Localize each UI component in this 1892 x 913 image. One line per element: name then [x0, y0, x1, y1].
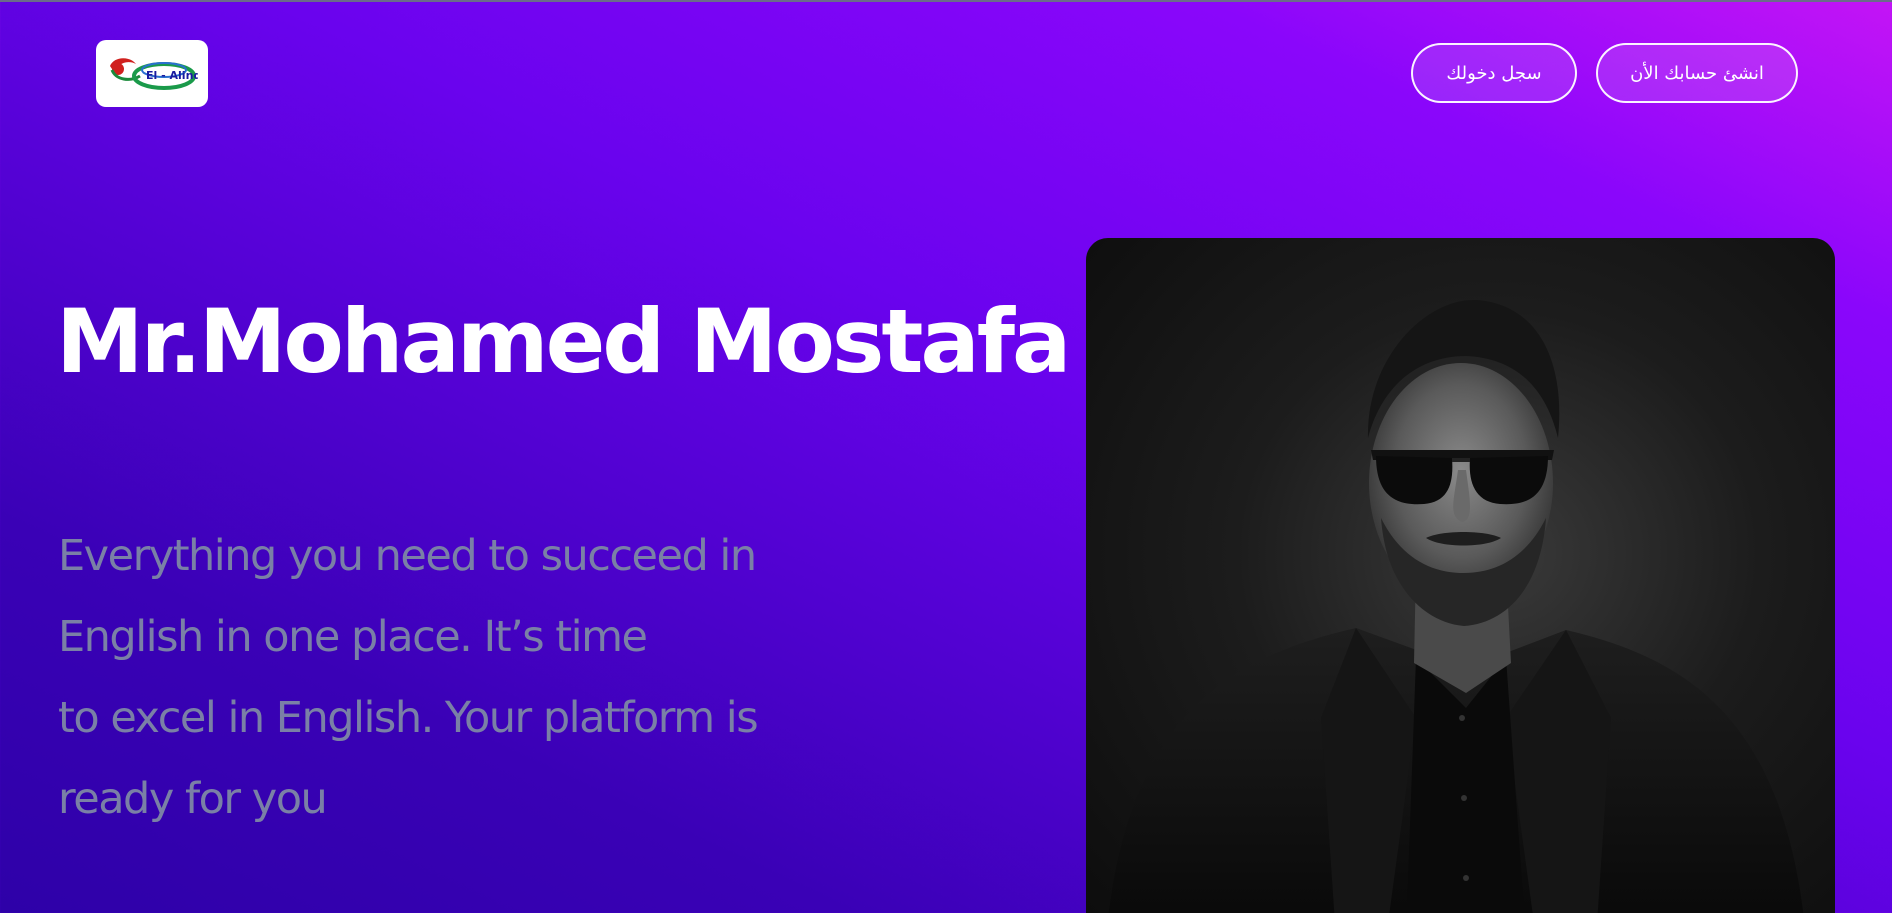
- top-border-line: [0, 0, 1892, 2]
- hero-title: Mr.Mohamed Mostafa: [56, 290, 1071, 393]
- hero-description-line: English in one place. It’s time: [58, 612, 648, 662]
- register-button[interactable]: انشئ حسابك الأن: [1596, 43, 1798, 103]
- login-button[interactable]: سجل دخولك: [1411, 43, 1577, 103]
- logo-link[interactable]: El - Alind: [96, 40, 208, 107]
- hero-description-line: to excel in English. Your platform is: [58, 693, 759, 743]
- hero-description-line: Everything you need to succeed in: [58, 531, 757, 581]
- logo-icon: El - Alind: [110, 57, 198, 90]
- hero-description-line: ready for you: [58, 774, 328, 824]
- logo-wordmark: El - Alind: [146, 69, 198, 82]
- teacher-portrait-image: [1086, 238, 1835, 913]
- hero-description: Everything you need to succeed in Englis…: [58, 516, 818, 840]
- portrait-illustration: [1108, 299, 1804, 913]
